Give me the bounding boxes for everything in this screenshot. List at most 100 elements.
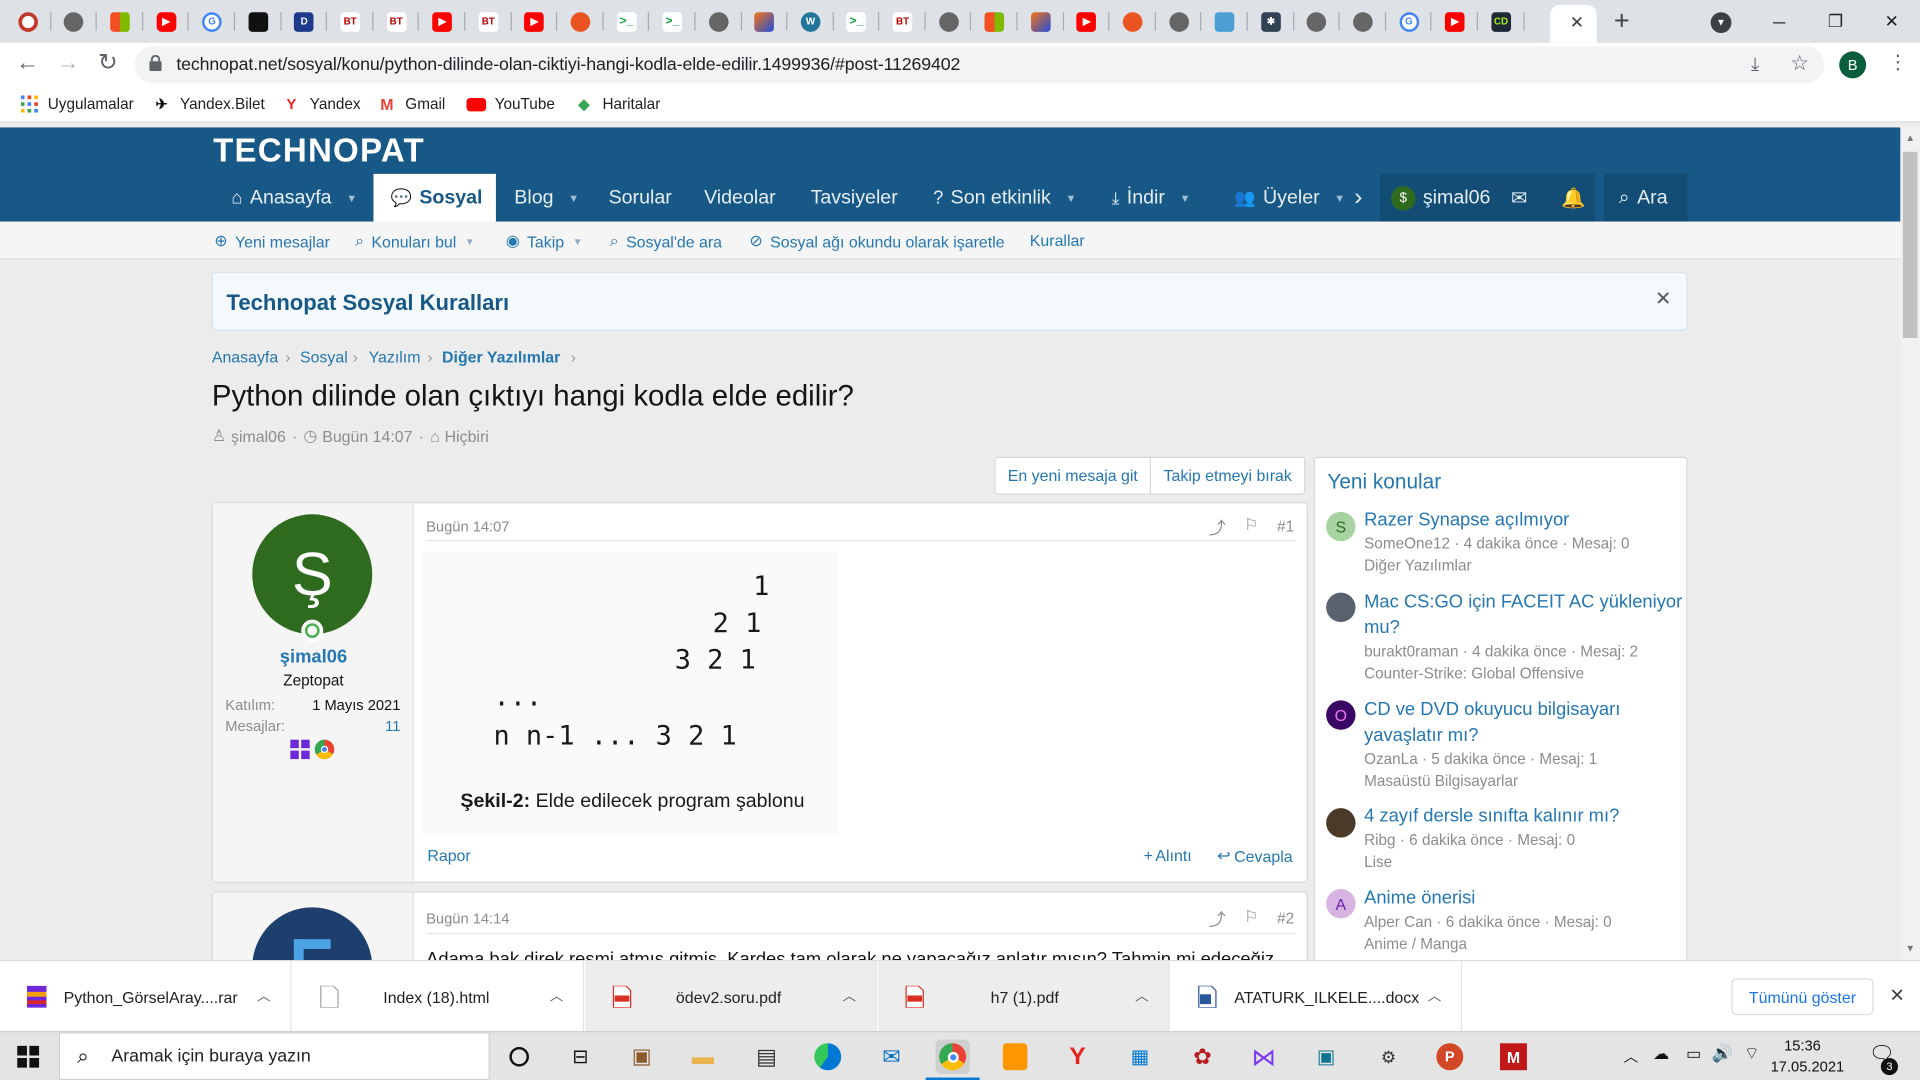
app-icon[interactable]: ✿ (1185, 1040, 1219, 1074)
thread-forum[interactable]: Masaüstü Bilgisayarlar (1364, 773, 1518, 790)
tab[interactable]: ▶ (511, 0, 557, 43)
breadcrumb-item[interactable]: Anasayfa (212, 348, 278, 366)
tab[interactable] (926, 0, 972, 43)
tab-search-icon[interactable]: ▼ (1710, 12, 1732, 34)
tab[interactable]: >_ (649, 0, 695, 43)
thread-link[interactable]: Mac CS:GO için FACEIT AC yükleniyor mu? (1364, 589, 1682, 640)
tab[interactable] (51, 0, 97, 43)
tab[interactable]: G (189, 0, 235, 43)
volume-icon[interactable]: 🔊 (1712, 1043, 1733, 1064)
chevron-down-icon[interactable]: ▼ (573, 236, 583, 247)
post-image[interactable]: 1 2 1 3 2 1 ... n n-1 ... 3 2 1 Şekil-2:… (422, 551, 839, 836)
tab[interactable] (1018, 0, 1064, 43)
post-number[interactable]: #2 (1277, 910, 1294, 927)
tab[interactable]: D (281, 0, 327, 43)
bookmark-youtube[interactable]: YouTube (466, 94, 555, 114)
subnav-follow[interactable]: ◉ Takip ▼ (506, 231, 583, 251)
thread-link[interactable]: Razer Synapse açılmıyor (1364, 507, 1682, 533)
chevron-up-icon[interactable]: ︿ (257, 986, 270, 1006)
edge-icon[interactable] (811, 1040, 845, 1074)
tab[interactable] (1110, 0, 1156, 43)
download-item[interactable]: Python_GörselAray....rar ︿ (0, 961, 292, 1033)
download-item[interactable]: h7 (1).pdf ︿ (877, 961, 1170, 1033)
subnav-new-messages[interactable]: ⊕ Yeni mesajlar (214, 231, 330, 251)
tab[interactable]: >_ (834, 0, 880, 43)
clock-time[interactable]: 15:36 (1776, 1037, 1830, 1054)
thread-time[interactable]: Bugün 14:07 (322, 427, 412, 445)
thread-link[interactable]: CD ve DVD okuyucu bilgisayarı yavaşlatır… (1364, 697, 1682, 748)
bookmark-maps[interactable]: ◆ Haritalar (574, 94, 660, 114)
task-view-icon[interactable]: ⊟ (563, 1040, 597, 1074)
app-icon[interactable]: ⚙ (1371, 1040, 1405, 1074)
tab[interactable]: G (1386, 0, 1432, 43)
tab[interactable] (5, 0, 51, 43)
chevron-up-icon[interactable]: ︿ (1135, 986, 1148, 1006)
cortana-icon[interactable] (502, 1040, 536, 1074)
notice-title[interactable]: Technopat Sosyal Kuralları (227, 290, 510, 316)
chevron-down-icon[interactable]: ▼ (465, 236, 475, 247)
avatar[interactable]: Ş (252, 514, 373, 635)
nav-blog[interactable]: Blog ▼ (514, 174, 579, 222)
tab[interactable] (1156, 0, 1202, 43)
nav-home[interactable]: ⌂ Anasayfa ▼ (231, 174, 357, 222)
app-icon[interactable]: ▦ (1123, 1040, 1157, 1074)
tab[interactable] (695, 0, 741, 43)
tab[interactable]: BT (465, 0, 511, 43)
clock-date[interactable]: 17.05.2021 (1771, 1058, 1845, 1075)
quote-button[interactable]: + Alıntı (1144, 846, 1192, 864)
tab[interactable] (1294, 0, 1340, 43)
chevron-up-icon[interactable]: ︿ (842, 986, 855, 1006)
post-number[interactable]: #1 (1277, 518, 1294, 535)
powerpoint-icon[interactable]: P (1433, 1040, 1467, 1074)
tab[interactable]: CD (1478, 0, 1524, 43)
back-button[interactable]: ← (16, 50, 39, 77)
thread-forum[interactable]: Anime / Manga (1364, 936, 1467, 953)
thread-author[interactable]: şimal06 (231, 427, 286, 445)
thread-forum[interactable]: Lise (1364, 853, 1392, 870)
app-icon[interactable]: ▣ (1309, 1040, 1343, 1074)
nav-members[interactable]: 👥 Üyeler ▼ (1234, 174, 1345, 222)
thread-link[interactable]: 4 zayıf dersle sınıfta kalınır mı? (1364, 803, 1682, 829)
report-link[interactable]: Rapor (427, 846, 470, 864)
chevron-down-icon[interactable]: ▼ (568, 192, 579, 204)
wifi-icon[interactable]: ⌔ (1744, 1043, 1760, 1065)
chevron-down-icon[interactable]: ▼ (1066, 192, 1077, 204)
tab[interactable] (1340, 0, 1386, 43)
star-icon[interactable]: ☆ (1790, 51, 1809, 75)
tab[interactable] (972, 0, 1018, 43)
mcafee-icon[interactable]: M (1496, 1040, 1530, 1074)
new-tab-button[interactable]: + (1614, 5, 1630, 37)
tab[interactable]: ▶ (1064, 0, 1110, 43)
bookmark-icon[interactable]: ⚐ (1244, 907, 1258, 927)
messages-value[interactable]: 11 (385, 718, 400, 735)
visual-studio-icon[interactable]: ⋈ (1247, 1040, 1281, 1074)
avatar[interactable] (252, 907, 373, 961)
thread-link[interactable]: Anime önerisi (1364, 885, 1682, 911)
bookmark-icon[interactable]: ⚐ (1244, 516, 1258, 536)
tab[interactable] (235, 0, 281, 43)
nav-questions[interactable]: Sorular (609, 174, 672, 222)
nav-search[interactable]: ⌕ Ara (1619, 174, 1668, 222)
mail-icon[interactable]: ✉ (874, 1040, 908, 1074)
tab[interactable]: ✱ (1248, 0, 1294, 43)
sidebar-title[interactable]: Yeni konular (1327, 470, 1441, 494)
bookmark-yandex[interactable]: Y Yandex (282, 94, 361, 114)
subnav-find-threads[interactable]: ⌕ Konuları bul ▼ (355, 231, 475, 251)
download-item[interactable]: ATATURK_ILKELE....docx ︿ (1171, 961, 1463, 1033)
chevron-right-icon[interactable]: › (1354, 174, 1362, 222)
chevron-up-icon[interactable]: ︿ (1624, 1046, 1639, 1067)
chevron-down-icon[interactable]: ▼ (1334, 192, 1345, 204)
sublime-icon[interactable] (998, 1040, 1032, 1074)
tab-active[interactable]: ✕ (1550, 4, 1597, 43)
bookmark-yandex-bilet[interactable]: ✈ Yandex.Bilet (152, 94, 264, 114)
download-item[interactable]: ödev2.soru.pdf ︿ (585, 961, 877, 1033)
menu-icon[interactable]: ⋮ (1888, 50, 1908, 74)
scrollbar-thumb[interactable] (1902, 151, 1918, 338)
nav-social[interactable]: 💬 Sosyal (373, 173, 496, 222)
profile-avatar[interactable]: B (1839, 51, 1867, 79)
avatar[interactable] (1326, 592, 1356, 623)
yandex-icon[interactable]: Y (1060, 1040, 1094, 1074)
avatar[interactable]: O (1326, 700, 1356, 730)
unfollow-button[interactable]: Takip etmeyi bırak (1151, 458, 1304, 494)
chrome-icon[interactable] (935, 1039, 970, 1074)
